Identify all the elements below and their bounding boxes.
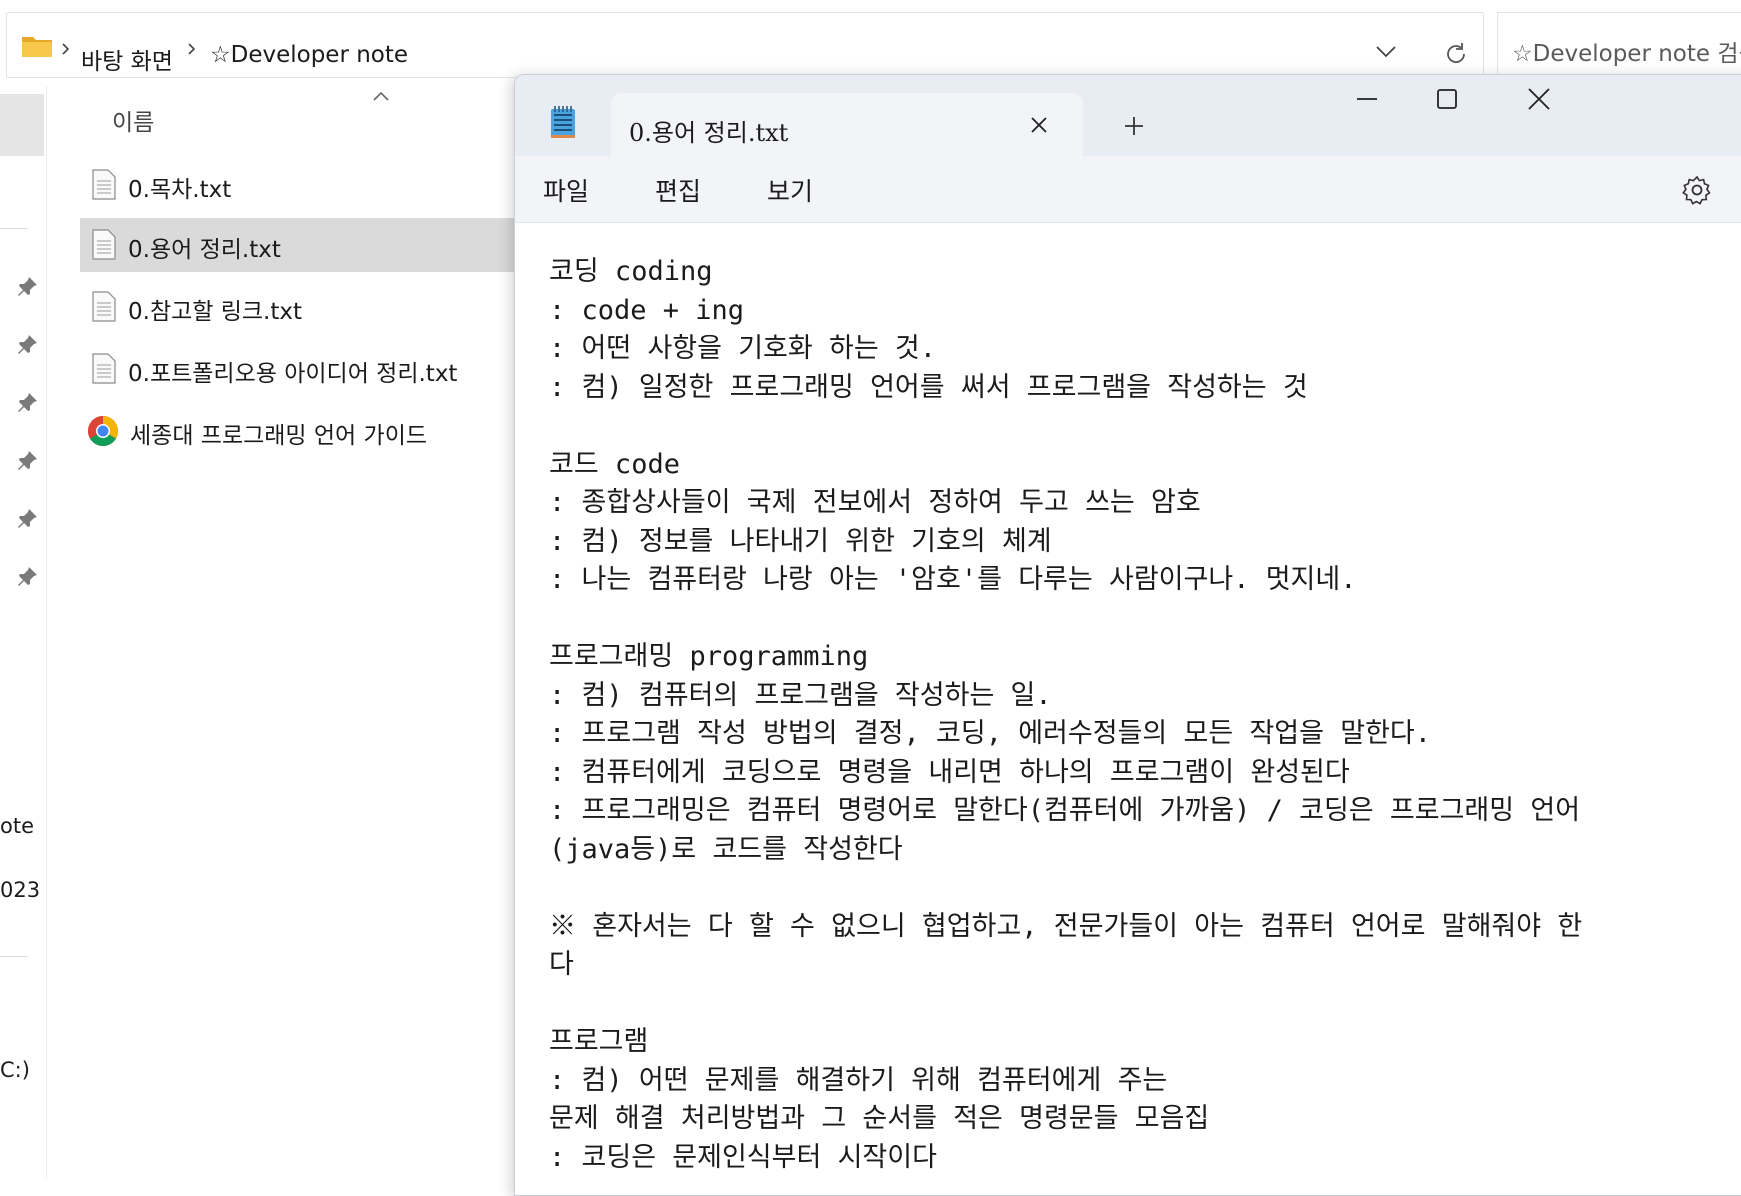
minimize-icon[interactable] xyxy=(1353,85,1381,113)
file-name: 0.목차.txt xyxy=(128,177,232,203)
navigation-pane: ote 023 C:) xyxy=(0,86,47,1179)
nav-item-partial[interactable]: 023 xyxy=(0,878,40,902)
notepad-window: 0.용어 정리.txt 파일 편집 보기 코딩 coding : code + i… xyxy=(514,74,1741,1196)
column-header-name[interactable]: 이름 xyxy=(112,103,154,137)
file-row-selected[interactable]: 0.용어 정리.txt xyxy=(80,218,515,272)
menu-edit[interactable]: 편집 xyxy=(655,172,701,208)
editor-line: : 컴) 일정한 프로그래밍 언어를 써서 프로그램을 작성하는 것 xyxy=(549,371,1308,403)
tab-active-document[interactable]: 0.용어 정리.txt xyxy=(611,93,1083,157)
file-name: 0.용어 정리.txt xyxy=(128,237,281,263)
editor-line: : code + ing xyxy=(549,294,745,326)
file-row[interactable]: 0.목차.txt xyxy=(80,158,515,212)
text-file-icon xyxy=(92,229,116,260)
editor-line: 프로그램 xyxy=(549,1026,649,1057)
pin-icon[interactable] xyxy=(14,332,40,358)
menu-view[interactable]: 보기 xyxy=(767,172,813,208)
text-file-icon xyxy=(92,353,116,384)
settings-gear-icon[interactable] xyxy=(1682,175,1712,205)
search-placeholder: ☆Developer note 검색 xyxy=(1512,41,1741,67)
editor-line: 문제 해결 처리방법과 그 순서를 적은 명령문들 모음집 xyxy=(549,1103,1210,1134)
editor-line: : 컴) 어떤 문제를 해결하기 위해 컴퓨터에게 주는 xyxy=(549,1064,1168,1096)
notepad-menubar: 파일 편집 보기 xyxy=(515,156,1741,223)
pin-icon[interactable] xyxy=(14,274,40,300)
text-editor[interactable]: 코딩 coding : code + ing : 어떤 사항을 기호화 하는 것.:… xyxy=(549,253,1729,1177)
nav-divider xyxy=(0,956,28,957)
pin-icon[interactable] xyxy=(14,448,40,474)
editor-line: 코드 code xyxy=(549,448,680,480)
new-tab-plus-icon[interactable] xyxy=(1123,115,1145,137)
pin-icon[interactable] xyxy=(14,390,40,416)
editor-line: : 코딩은 문제인식부터 시작이다 xyxy=(549,1141,937,1173)
editor-line: 다 xyxy=(549,949,574,980)
notepad-titlebar[interactable]: 0.용어 정리.txt xyxy=(515,75,1741,157)
editor-line: : 컴퓨터에게 코딩으로 명령을 내리면 하나의 프로그램이 완성된다 xyxy=(549,756,1350,788)
file-row[interactable]: 0.포트폴리오용 아이디어 정리.txt xyxy=(80,342,515,396)
close-window-icon[interactable] xyxy=(1525,85,1553,113)
tab-title: 0.용어 정리.txt xyxy=(629,119,789,147)
text-file-icon xyxy=(92,169,116,200)
pin-icon[interactable] xyxy=(14,564,40,590)
breadcrumb-desktop[interactable]: 바탕 화면 xyxy=(81,42,173,76)
folder-icon xyxy=(22,37,52,57)
text-file-icon xyxy=(92,291,116,322)
address-bar[interactable]: 바탕 화면 ☆Developer note xyxy=(6,12,1484,78)
editor-line: : 컴) 정보를 나타내기 위한 기호의 체계 xyxy=(549,525,1052,557)
editor-line: : 어떤 사항을 기호화 하는 것. xyxy=(549,333,937,364)
chevron-right-icon xyxy=(188,43,196,55)
menu-file[interactable]: 파일 xyxy=(543,172,589,208)
editor-line: ※ 혼자서는 다 할 수 없으니 협업하고, 전문가들이 아는 컴퓨터 언어로 … xyxy=(549,910,1583,942)
editor-line: : 컴) 컴퓨터의 프로그램을 작성하는 일. xyxy=(549,679,1052,711)
file-row[interactable]: 0.참고할 링크.txt xyxy=(80,280,515,334)
chrome-icon xyxy=(87,416,119,447)
maximize-icon[interactable] xyxy=(1433,85,1461,113)
nav-item-partial[interactable]: ote xyxy=(0,814,34,838)
chevron-right-icon xyxy=(62,43,70,55)
file-name: 0.참고할 링크.txt xyxy=(128,299,303,325)
editor-line: : 나는 컴퓨터랑 나랑 아는 '암호'를 다루는 사람이구나. 멋지네. xyxy=(549,564,1357,595)
editor-line: 코딩 coding xyxy=(549,256,713,287)
close-tab-icon[interactable] xyxy=(1029,115,1049,135)
nav-item-drive-partial[interactable]: C:) xyxy=(0,1058,30,1082)
pin-icon[interactable] xyxy=(14,506,40,532)
file-name: 0.포트폴리오용 아이디어 정리.txt xyxy=(128,361,458,387)
sort-ascending-icon xyxy=(373,91,389,101)
search-input[interactable]: ☆Developer note 검색 xyxy=(1497,12,1741,78)
editor-line: 프로그래밍 programming xyxy=(549,641,869,672)
file-row[interactable]: 세종대 프로그래밍 언어 가이드 xyxy=(80,404,515,458)
editor-line: : 프로그래밍은 컴퓨터 명령어로 말한다(컴퓨터에 가까움) / 코딩은 프로… xyxy=(549,795,1581,826)
chevron-down-icon[interactable] xyxy=(1375,45,1397,59)
editor-line: (java등)로 코드를 작성한다 xyxy=(549,833,903,865)
editor-line: : 종합상사들이 국제 전보에서 정하여 두고 쓰는 암호 xyxy=(549,487,1201,518)
breadcrumb-developer-note[interactable]: ☆Developer note xyxy=(210,42,408,68)
nav-divider xyxy=(0,228,28,229)
notepad-app-icon xyxy=(551,106,575,138)
refresh-icon[interactable] xyxy=(1443,41,1469,67)
nav-selected-item[interactable] xyxy=(0,94,44,156)
editor-line: : 프로그램 작성 방법의 결정, 코딩, 에러수정들의 모든 작업을 말한다. xyxy=(549,718,1431,749)
file-name: 세종대 프로그래밍 언어 가이드 xyxy=(130,423,428,449)
